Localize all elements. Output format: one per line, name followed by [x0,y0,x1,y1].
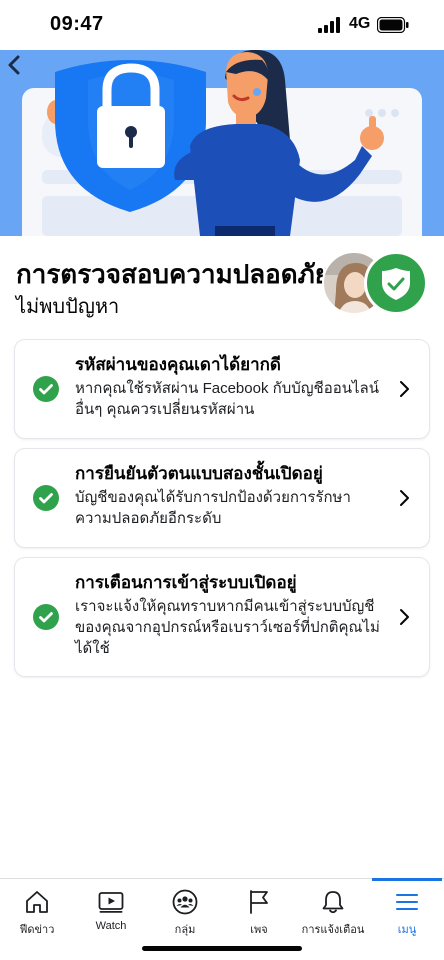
battery-icon [377,17,409,33]
network-type: 4G [349,15,371,32]
tab-watch[interactable]: Watch [74,879,148,939]
chevron-right-icon [400,381,409,397]
hero-illustration [0,50,444,236]
login-alerts-card[interactable]: การเตือนการเข้าสู่ระบบเปิดอยู่ เราจะแจ้ง… [15,558,429,676]
check-circle-icon [33,604,59,630]
card-description: บัญชีของคุณได้รับการปกป้องด้วยการรักษา ค… [75,487,385,529]
home-icon [26,891,48,913]
signal-icon [318,17,340,33]
tab-pages[interactable]: เพจ [222,879,296,939]
card-description: เราจะแจ้งให้คุณทราบหากมีคนเข้าสู่ระบบบัญ… [75,596,385,659]
groups-icon [172,889,198,915]
status-time: 09:47 [50,13,104,35]
page-title: การตรวจสอบความปลอดภัย [16,259,331,289]
check-circle-icon [33,376,59,402]
tab-notifications[interactable]: การแจ้งเตือน [296,879,370,939]
chevron-right-icon [400,609,409,625]
card-description-line: เราจะแจ้งให้คุณทราบหากมีคนเข้าสู่ระบบบัญ… [75,598,375,615]
bell-icon [322,891,344,914]
card-description-line: อื่นๆ คุณควรเปลี่ยนรหัสผ่าน [75,401,255,418]
flag-icon [250,890,268,914]
two-factor-card[interactable]: การยืนยันตัวตนแบบสองชั้นเปิดอยู่ บัญชีขอ… [15,449,429,547]
card-title: รหัสผ่านของคุณเดาได้ยากดี [75,355,281,374]
check-circle-icon [33,485,59,511]
lock-shield-illustration [22,50,422,236]
menu-icon [396,894,418,910]
password-strength-card[interactable]: รหัสผ่านของคุณเดาได้ยากดี หากคุณใช้รหัสผ… [15,340,429,438]
status-bar: 09:47 4G [0,0,444,50]
tab-label: การแจ้งเตือน [301,924,365,936]
security-badge [364,251,428,315]
card-description-line: หากคุณใช้รหัสผ่าน Facebook กับบัญชีออนไล… [75,380,379,397]
home-indicator [142,946,302,951]
tab-menu[interactable]: เมนู [370,879,444,939]
shield-check-icon [382,268,410,300]
tab-label: เพจ [250,924,268,936]
chevron-right-icon [400,490,409,506]
tab-groups[interactable]: กลุ่ม [148,879,222,939]
watch-icon [98,892,124,913]
card-title: การเตือนการเข้าสู่ระบบเปิดอยู่ [75,573,297,592]
card-description-line: ได้ใช้ [75,640,110,657]
tab-news-feed[interactable]: ฟีดข่าว [0,879,74,939]
page-subtitle: ไม่พบปัญหา [16,296,120,318]
card-description-line: ความปลอดภัยอีกระดับ [75,510,222,527]
tab-label: เมนู [397,924,417,936]
back-arrow-icon[interactable] [0,50,30,80]
card-description-line: ของคุณจากอุปกรณ์หรือเบราว์เซอร์ที่ปกติคุ… [75,619,380,636]
tab-label: ฟีดข่าว [19,924,55,936]
card-description-line: บัญชีของคุณได้รับการปกป้องด้วยการรักษา [75,489,351,506]
card-description: หากคุณใช้รหัสผ่าน Facebook กับบัญชีออนไล… [75,378,385,420]
card-title: การยืนยันตัวตนแบบสองชั้นเปิดอยู่ [75,464,323,483]
tab-label: Watch [95,920,127,932]
tab-label: กลุ่ม [174,924,196,936]
